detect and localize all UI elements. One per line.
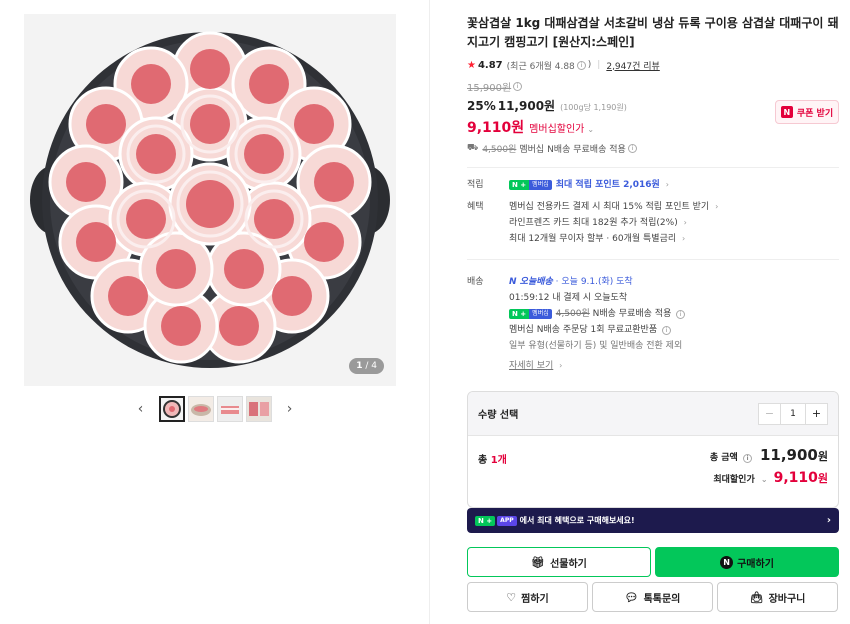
delivery-exclusion: 일부 유형(선물하기 등) 및 일반배송 전환 제외 bbox=[509, 341, 683, 351]
total-amount: 총 금액 i 11,900 원 bbox=[709, 446, 828, 464]
pork-belly-plate-image bbox=[24, 14, 396, 386]
recent-rating: (최근 6개월 4.88 bbox=[506, 61, 575, 72]
original-price-row: 15,900원 i bbox=[467, 79, 839, 94]
thumbnail-4[interactable] bbox=[245, 396, 272, 422]
chevron-right-icon: › bbox=[665, 180, 669, 189]
info-icon[interactable]: i bbox=[742, 454, 752, 463]
increase-button[interactable]: + bbox=[805, 403, 827, 424]
main-product-image[interactable]: 1 / 4 bbox=[24, 14, 396, 386]
thumbnail-meat-icon bbox=[246, 397, 271, 421]
naver-plus-badge: N + 멤버십 bbox=[509, 179, 552, 190]
primary-actions: 🎁︎ 선물하기 N 구매하기 bbox=[467, 547, 839, 577]
shopping-bag-icon: 👜︎ bbox=[749, 590, 764, 604]
divider bbox=[467, 167, 839, 168]
quantity-summary: 총 1개 총 금액 i 11,900 원 최대할인가 ⌄ 9,110 원 bbox=[468, 436, 838, 507]
delivery-more-link[interactable]: 자세히 보기 › bbox=[509, 358, 839, 374]
thumbnail-meat-icon bbox=[217, 397, 242, 421]
thumbnail-1[interactable] bbox=[158, 396, 185, 422]
chevron-right-icon: › bbox=[683, 218, 687, 227]
chevron-right-icon: › bbox=[559, 361, 563, 370]
chevron-right-icon: › bbox=[715, 202, 719, 211]
app-tag: APP bbox=[497, 515, 517, 526]
sale-price: 11,900원 bbox=[497, 99, 556, 113]
product-title: 꽃삼겹살 1kg 대패삼겹살 서초갈비 냉삼 듀록 구이용 삼겹살 대패구이 돼… bbox=[467, 16, 839, 49]
cart-button[interactable]: 👜︎ 장바구니 bbox=[717, 582, 838, 612]
thumbnail-plate-icon bbox=[162, 400, 181, 418]
today-delivery-badge: N 오늘배송 bbox=[509, 277, 553, 287]
max-discount-price[interactable]: 최대할인가 ⌄ 9,110 원 bbox=[713, 470, 828, 486]
chevron-right-icon: › bbox=[682, 234, 686, 243]
discount-rate: 25% bbox=[467, 99, 496, 113]
rating-score: 4.87 bbox=[477, 59, 503, 71]
shipping-summary: ⛟ 4,500원 멤버십 N배송 무료배송 적용 i bbox=[467, 141, 839, 155]
heart-icon: ♡ bbox=[506, 590, 517, 604]
image-gallery: 1 / 4 ‹ › bbox=[0, 0, 430, 624]
gift-button[interactable]: 🎁︎ 선물하기 bbox=[467, 547, 651, 577]
naver-pay-icon: N bbox=[720, 555, 734, 569]
truck-icon: ⛟ bbox=[467, 142, 479, 153]
coupon-button[interactable]: N 쿠폰 받기 bbox=[775, 100, 839, 124]
member-price: 9,110원 bbox=[467, 120, 525, 136]
product-info: 꽃삼겹살 1kg 대패삼겹살 서초갈비 냉삼 듀록 구이용 삼겹살 대패구이 돼… bbox=[467, 14, 839, 624]
naver-n-icon: N bbox=[780, 106, 793, 118]
points-row: 적립 N + 멤버십 최대 적립 포인트 2,016원 › bbox=[467, 177, 839, 193]
chevron-down-icon: ⌄ bbox=[760, 475, 768, 484]
return-policy: 멤버십 N배송 주문당 1회 무료교환반품 i bbox=[509, 322, 839, 338]
buy-button[interactable]: N 구매하기 bbox=[655, 547, 839, 577]
star-icon: ★ bbox=[467, 59, 476, 71]
rating-row: ★ 4.87 (최근 6개월 4.88 i) | 2,947건 리뷰 bbox=[467, 59, 660, 72]
naver-plus-badge: N + 멤버십 bbox=[509, 308, 552, 319]
delivery-row: 배송 N 오늘배송 · 오늘 9.1.(화) 도착 01:59:12 내 결제 … bbox=[467, 274, 839, 374]
original-price: 15,900원 bbox=[467, 82, 512, 94]
decrease-button[interactable]: − bbox=[759, 403, 781, 424]
benefit-card-link[interactable]: 멤버십 전용카드 결제 시 최대 15% 적립 포인트 받기 › bbox=[509, 199, 839, 215]
image-counter: 1 / 4 bbox=[349, 358, 384, 374]
info-icon[interactable]: i bbox=[576, 60, 586, 70]
app-promo-banner[interactable]: N + APP 에서 최대 혜택으로 구매해보세요! › bbox=[467, 508, 839, 533]
quantity-stepper[interactable]: − 1 + bbox=[758, 402, 828, 425]
today-delivery: N 오늘배송 · 오늘 9.1.(화) 도착 bbox=[509, 277, 633, 287]
delivery-countdown: 01:59:12 내 결제 시 오늘도착 bbox=[509, 293, 628, 303]
naver-plus-badge: N + bbox=[475, 515, 496, 526]
member-shipping: N + 멤버십 4,500원 N배송 무료배송 적용 i bbox=[509, 306, 839, 322]
quantity-box: 수량 선택 − 1 + 총 1개 총 금액 i 11,900 원 최대할인가 ⌄ … bbox=[467, 391, 839, 508]
talk-inquiry-button[interactable]: 💬︎ 톡톡문의 bbox=[592, 582, 713, 612]
shipping-original-fee: 4,500원 bbox=[482, 144, 517, 155]
info-icon[interactable]: i bbox=[676, 310, 686, 319]
shipping-info-icon[interactable]: i bbox=[627, 143, 637, 153]
total-count: 총 1개 bbox=[478, 455, 507, 466]
thumbnail-3[interactable] bbox=[216, 396, 243, 422]
quantity-value[interactable]: 1 bbox=[781, 404, 805, 424]
quantity-header: 수량 선택 − 1 + bbox=[468, 392, 838, 436]
product-page: 1 / 4 ‹ › 꽃삼겹살 1kg 대패삼겹살 서초갈비 냉삼 듀록 구이용 … bbox=[0, 0, 850, 624]
prev-image-arrow-icon[interactable]: ‹ bbox=[132, 400, 150, 418]
chevron-right-icon: › bbox=[826, 515, 831, 526]
thumbnail-strip: ‹ › bbox=[0, 396, 430, 422]
thumbnail-2[interactable] bbox=[187, 396, 214, 422]
member-price-label: 멤버십할인가 bbox=[529, 124, 585, 135]
separator: | bbox=[597, 60, 601, 70]
thumbnail-plate-icon bbox=[188, 397, 213, 421]
benefit-installment-link[interactable]: 최대 12개월 무이자 할부 · 60개월 특별금리 › bbox=[509, 231, 839, 247]
chevron-down-icon: ⌄ bbox=[587, 125, 595, 134]
review-count-link[interactable]: 2,947건 리뷰 bbox=[606, 59, 659, 72]
price-info-icon[interactable]: i bbox=[513, 81, 523, 91]
benefits-row: 혜택 멤버십 전용카드 결제 시 최대 15% 적립 포인트 받기 › 라인프렌… bbox=[467, 199, 839, 247]
wish-button[interactable]: ♡ 찜하기 bbox=[467, 582, 588, 612]
info-icon[interactable]: i bbox=[661, 326, 671, 335]
secondary-actions: ♡ 찜하기 💬︎ 톡톡문의 👜︎ 장바구니 bbox=[467, 582, 839, 612]
gift-icon: 🎁︎ bbox=[531, 555, 546, 569]
divider bbox=[467, 259, 839, 260]
benefit-linefriends-link[interactable]: 라인프렌즈 카드 최대 182원 추가 적립(2%) › bbox=[509, 215, 839, 231]
chat-icon: 💬︎ bbox=[624, 590, 639, 604]
unit-price: (100g당 1,190원) bbox=[560, 103, 627, 112]
next-image-arrow-icon[interactable]: › bbox=[281, 400, 299, 418]
points-link[interactable]: N + 멤버십 최대 적립 포인트 2,016원 › bbox=[509, 177, 839, 193]
